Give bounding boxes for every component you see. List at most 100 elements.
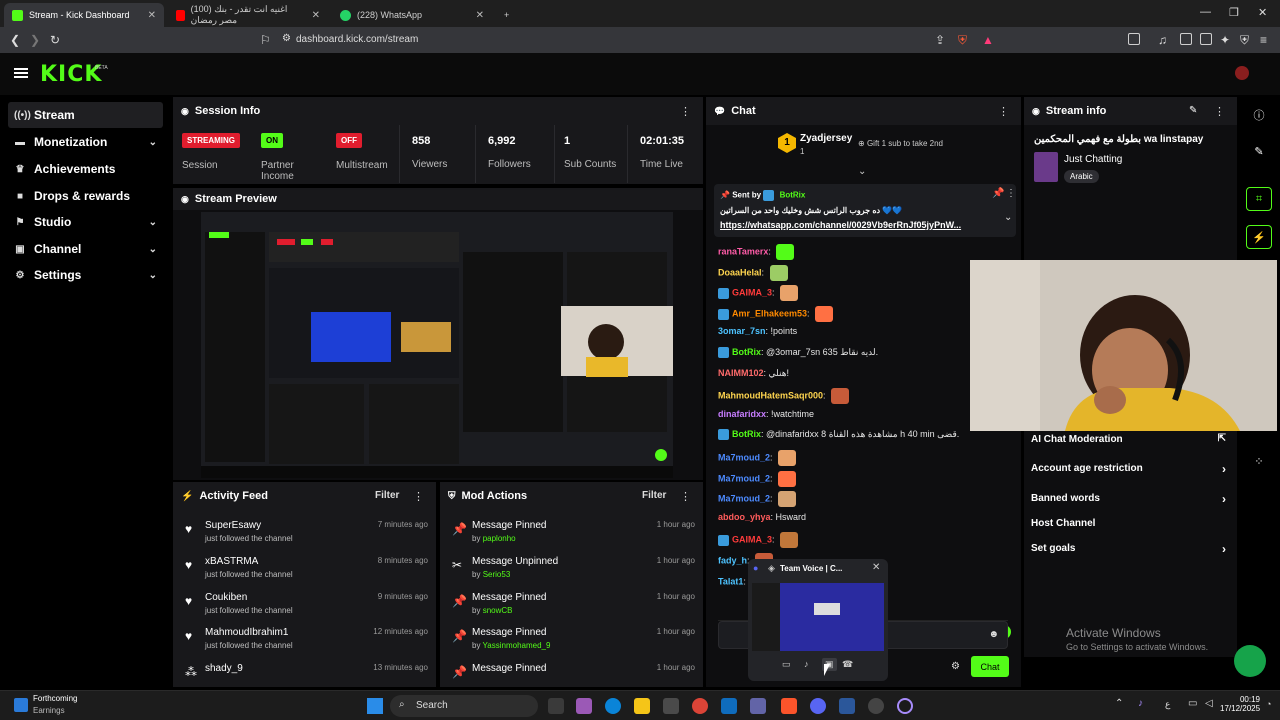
taskbar-search[interactable]: ⌕ Search <box>390 695 538 717</box>
menu-banned-words[interactable]: Banned words › <box>1031 492 1226 506</box>
url-field[interactable]: dashboard.kick.com/stream <box>296 34 418 45</box>
chevron-down-icon[interactable]: ⌄ <box>1004 212 1012 223</box>
bookmark-icon[interactable]: ⚐ <box>260 33 271 47</box>
sidebar-item-monetization[interactable]: ▬ Monetization ⌄ <box>8 129 163 155</box>
menu-host-channel[interactable]: Host Channel <box>1031 518 1226 529</box>
brave-icon[interactable] <box>781 698 797 714</box>
window-close-icon[interactable]: ✕ <box>1258 6 1267 19</box>
activity-user[interactable]: shady_9 <box>205 663 243 674</box>
user-avatar[interactable] <box>1235 66 1249 80</box>
chat-username[interactable]: fady_h <box>718 555 747 565</box>
chat-username[interactable]: Amr_Elhakeem53 <box>732 308 807 318</box>
mod-user[interactable]: snowCB <box>483 606 513 615</box>
activity-user[interactable]: Coukiben <box>205 592 247 603</box>
close-icon[interactable]: ✕ <box>872 562 880 573</box>
task-view-icon[interactable] <box>548 698 564 714</box>
category-name[interactable]: Just Chatting <box>1064 154 1122 165</box>
chat-username[interactable]: MahmoudHatemSaqr000 <box>718 390 823 400</box>
new-tab-button[interactable]: + <box>496 3 516 27</box>
activity-user[interactable]: MahmoudIbrahim1 <box>205 627 288 638</box>
chat-username[interactable]: GAIMA_3 <box>732 534 772 544</box>
gift-sub-prompt[interactable]: ⊕ Gift 1 sub to take 2nd <box>858 139 943 148</box>
pinned-user[interactable]: BotRix <box>780 191 806 200</box>
disconnect-icon[interactable]: ☎ <box>842 659 853 670</box>
sidebar-icon[interactable] <box>1180 33 1192 45</box>
clip-icon[interactable]: ⌗ <box>1246 187 1272 211</box>
weather-icon[interactable] <box>14 698 28 712</box>
chat-username[interactable]: Ma7moud_2 <box>718 493 770 503</box>
pencil-icon[interactable]: ✎ <box>1246 139 1272 163</box>
more-options-icon[interactable]: ⋮ <box>998 105 1009 118</box>
chat-username[interactable]: abdoo_yhya <box>718 512 771 522</box>
minimize-icon[interactable]: — <box>1200 6 1211 18</box>
site-info-icon[interactable]: ⚙ <box>282 33 291 44</box>
close-icon[interactable]: ✕ <box>148 10 156 21</box>
send-chat-button[interactable]: Chat <box>971 656 1009 677</box>
chrome-icon[interactable] <box>692 698 708 714</box>
microphone-icon[interactable]: ♪ <box>1138 698 1143 709</box>
close-icon[interactable]: ✕ <box>312 10 320 21</box>
forward-icon[interactable]: ❯ <box>30 33 40 47</box>
store-icon[interactable] <box>663 698 679 714</box>
discord-taskbar-icon[interactable] <box>810 698 826 714</box>
more-options-icon[interactable]: ⋮ <box>413 490 424 503</box>
activity-user[interactable]: xBASTRMA <box>205 556 258 567</box>
partner-income-toggle[interactable]: ON <box>261 133 283 148</box>
reload-icon[interactable]: ↻ <box>50 33 60 47</box>
language-indicator[interactable]: ع <box>1165 699 1170 710</box>
windows-start-icon[interactable] <box>367 698 383 714</box>
notification-icon[interactable]: ◔ <box>1266 699 1271 709</box>
mod-user[interactable]: Yassinmohamed_9 <box>483 641 551 650</box>
discord-screen-share-preview[interactable] <box>752 583 884 651</box>
mod-user[interactable]: paplonho <box>483 534 516 543</box>
sidebar-item-studio[interactable]: ⚑ Studio ⌄ <box>8 209 163 235</box>
copilot-icon[interactable] <box>576 698 592 714</box>
chat-username[interactable]: DoaaHelal <box>718 267 762 277</box>
app-icon[interactable] <box>897 698 913 714</box>
sidebar-item-achievements[interactable]: ♛ Achievements <box>8 156 163 182</box>
tab-kick-dashboard[interactable]: Stream - Kick Dashboard ✕ <box>4 3 164 27</box>
emoji-picker-icon[interactable]: ☻ <box>988 629 999 640</box>
teams-icon[interactable] <box>750 698 766 714</box>
sidebar-item-stream[interactable]: ((•)) Stream <box>8 102 163 128</box>
chat-username[interactable]: dinafaridxx <box>718 409 766 419</box>
edit-icon[interactable]: ✎ <box>1189 105 1197 116</box>
hamburger-menu-icon[interactable] <box>14 68 28 78</box>
share-icon[interactable]: ⇪ <box>935 33 945 47</box>
multistream-toggle[interactable]: OFF <box>336 133 362 148</box>
menu-set-goals[interactable]: Set goals › <box>1031 542 1226 556</box>
more-options-icon[interactable]: ⋮ <box>1214 105 1225 118</box>
wallet-icon[interactable] <box>1200 33 1212 45</box>
stream-preview-video[interactable] <box>201 212 673 478</box>
outlook-icon[interactable] <box>721 698 737 714</box>
filter-button[interactable]: Filter <box>642 490 666 501</box>
pinned-link[interactable]: https://whatsapp.com/channel/0029Vb9erRn… <box>720 220 990 230</box>
top-gifter-name[interactable]: Zyadjersey <box>800 133 852 144</box>
close-icon[interactable]: ✕ <box>476 10 484 21</box>
chevron-up-icon[interactable]: ⌃ <box>1115 698 1123 709</box>
word-icon[interactable] <box>839 698 855 714</box>
more-options-icon[interactable]: ⋮ <box>1006 188 1016 199</box>
brave-rewards-icon[interactable]: ▲ <box>982 33 994 47</box>
sidebar-item-channel[interactable]: ▣ Channel ⌄ <box>8 236 163 262</box>
vpn-icon[interactable]: ⛨ <box>1240 33 1249 48</box>
support-chat-button[interactable] <box>1234 645 1266 677</box>
back-icon[interactable]: ❮ <box>10 33 20 47</box>
more-options-icon[interactable]: ⋮ <box>680 490 691 503</box>
brave-shield-icon[interactable]: ⛨ <box>958 33 967 48</box>
volume-icon[interactable]: ◁ <box>1205 698 1213 709</box>
widget-title[interactable]: Forthcoming <box>33 694 77 703</box>
sidebar-item-settings[interactable]: ⚙ Settings ⌄ <box>8 262 163 288</box>
menu-account-age-restriction[interactable]: Account age restriction › <box>1031 462 1226 476</box>
pin-icon[interactable]: 📌 <box>992 188 1004 199</box>
chat-settings-icon[interactable]: ⚙ <box>951 661 960 672</box>
info-icon[interactable]: ⓘ <box>1246 103 1272 127</box>
network-icon[interactable]: ▭ <box>1188 698 1197 709</box>
microphone-icon[interactable]: ♪ <box>804 659 809 669</box>
chat-username[interactable]: BotRix <box>732 347 761 357</box>
kick-logo[interactable]: KICK <box>40 62 102 87</box>
filter-button[interactable]: Filter <box>375 490 399 501</box>
leo-icon[interactable]: ✦ <box>1220 33 1230 47</box>
lightning-icon[interactable]: ⚡ <box>1246 225 1272 249</box>
obs-icon[interactable] <box>868 698 884 714</box>
